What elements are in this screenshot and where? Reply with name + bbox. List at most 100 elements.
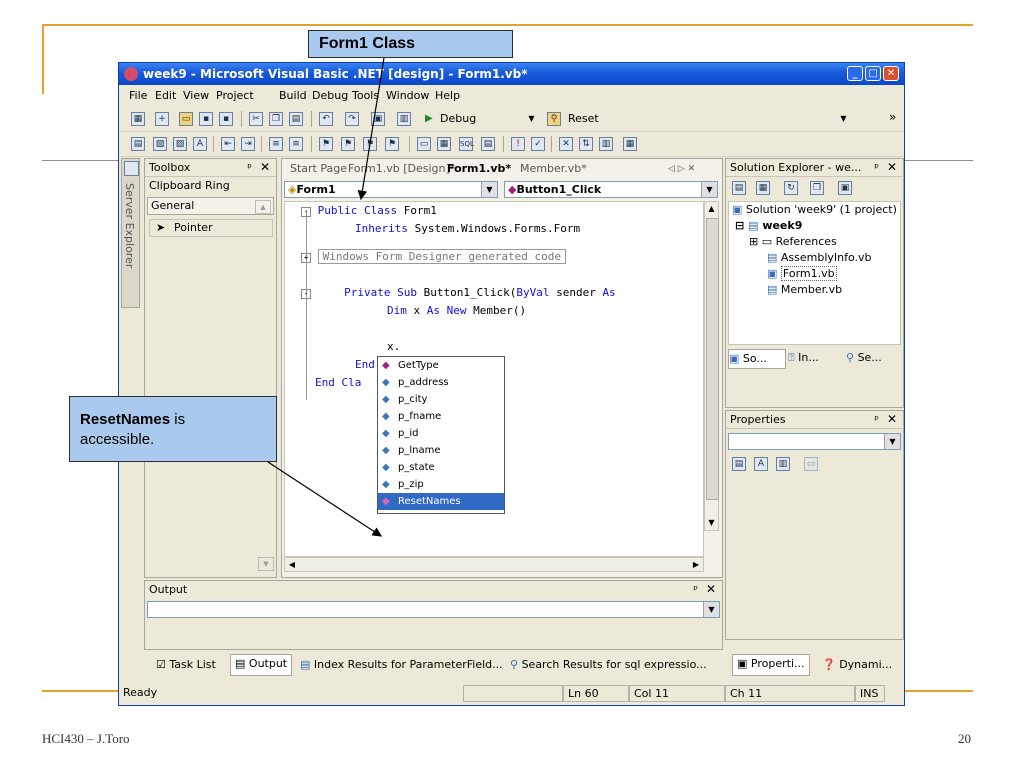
paste-icon[interactable]: ▤ [289, 112, 303, 126]
verify-sql-icon[interactable]: ✓ [531, 137, 545, 151]
pin-icon[interactable]: ᵖ [693, 581, 698, 598]
property-pages-icon[interactable]: ▭ [804, 457, 818, 471]
align-icon[interactable]: ▨ [173, 137, 187, 151]
new-project-icon[interactable]: ▦ [131, 112, 145, 126]
close-icon[interactable]: ✕ [887, 159, 897, 176]
menu-debug[interactable]: Debug [312, 86, 348, 106]
scroll-up-icon[interactable]: ▲ [255, 200, 271, 214]
expand-box[interactable]: ⊞ [749, 235, 758, 248]
results-icon[interactable]: ▤ [481, 137, 495, 151]
maximize-icon[interactable]: □ [865, 66, 881, 81]
intellisense-item[interactable]: ◆ p_address [378, 374, 504, 391]
remove-filter-icon[interactable]: ✕ [559, 137, 573, 151]
scroll-thumb[interactable] [706, 218, 719, 500]
tab-index[interactable]: ⍰ In... [788, 349, 844, 369]
tab-member[interactable]: Member.vb* [516, 160, 591, 178]
class-name-select[interactable]: ◈Form1 ▼ [284, 181, 498, 198]
menu-build[interactable]: Build [279, 86, 307, 106]
intellisense-list[interactable]: ◆ GetType ◆ p_address ◆ p_city ◆ p_fname ◆ p_… [377, 356, 505, 514]
method-name-select[interactable]: ◆Button1_Click ▼ [504, 181, 718, 198]
scroll-down-icon[interactable]: ▼ [258, 557, 274, 571]
menu-project[interactable]: Project [216, 86, 254, 106]
scroll-right-icon[interactable]: ▶ [689, 558, 703, 571]
tab-form1-design[interactable]: Form1.vb [Design]* [344, 160, 459, 178]
alphabetical-icon[interactable]: A [754, 457, 768, 471]
pin-icon[interactable]: ᵖ [247, 159, 252, 176]
menu-file[interactable]: File [129, 86, 147, 106]
chevron-down-icon[interactable]: ▼ [481, 182, 497, 197]
tab-task-list[interactable]: ☑ Task List [156, 656, 216, 674]
find-combo[interactable]: Reset ▼ [565, 111, 865, 128]
menu-edit[interactable]: Edit [155, 86, 176, 106]
properties-icon[interactable]: ▤ [732, 181, 746, 195]
output-source-select[interactable]: ▼ [147, 601, 720, 618]
title-bar[interactable]: week9 - Microsoft Visual Basic .NET [des… [119, 63, 904, 85]
chevron-down-icon[interactable]: ▼ [701, 182, 717, 197]
pin-icon[interactable]: ᵖ [874, 411, 879, 428]
scroll-down-icon[interactable]: ▼ [705, 516, 718, 530]
layout-icon[interactable]: ▤ [131, 137, 145, 151]
collapse-box[interactable]: - [301, 207, 311, 217]
tree-solution[interactable]: ▣ Solution 'week9' (1 project) [732, 202, 897, 218]
chevron-down-icon[interactable]: ▼ [836, 111, 851, 126]
collapse-box[interactable]: ⊟ [735, 219, 744, 232]
menu-view[interactable]: View [183, 86, 209, 106]
server-explorer-tab[interactable]: Server Explorer [121, 158, 140, 308]
close-icon[interactable]: ✕ [887, 411, 897, 428]
uncomment-icon[interactable]: ≡ [289, 137, 303, 151]
comment-icon[interactable]: ≡ [269, 137, 283, 151]
intellisense-item[interactable]: ◆ p_city [378, 391, 504, 408]
tab-start-page[interactable]: Start Page [286, 160, 351, 178]
run-query-icon[interactable]: ! [511, 137, 525, 151]
start-icon[interactable]: ▶ [425, 113, 433, 124]
scroll-up-icon[interactable]: ▲ [705, 202, 718, 216]
members-icon[interactable]: ▧ [153, 137, 167, 151]
intellisense-item[interactable]: ◆ p_id [378, 425, 504, 442]
undo-icon[interactable]: ↶ [319, 112, 333, 126]
sort-icon[interactable]: ⇅ [579, 137, 593, 151]
group-icon[interactable]: ▥ [599, 137, 613, 151]
font-size-icon[interactable]: A [193, 137, 207, 151]
find-icon[interactable]: ⚲ [547, 112, 561, 126]
tab-dynamic-help[interactable]: ❓ Dynami... [822, 656, 892, 674]
close-icon[interactable]: ✕ [883, 66, 899, 81]
close-icon[interactable]: ✕ [706, 581, 716, 598]
tree-references[interactable]: ⊞ ▭ References [749, 234, 837, 250]
tab-nav-controls[interactable]: ◁ ▷ ✕ [664, 160, 699, 178]
menu-window[interactable]: Window [386, 86, 429, 106]
tab-properties[interactable]: ▣ Properti... [732, 654, 810, 676]
intellisense-item[interactable]: ◆ GetType [378, 357, 504, 374]
tab-output[interactable]: ▤ Output [230, 654, 293, 676]
minimize-icon[interactable]: _ [847, 66, 863, 81]
scroll-left-icon[interactable]: ◀ [285, 558, 299, 571]
collapse-box[interactable]: - [301, 289, 311, 299]
save-all-icon[interactable]: ▪ [219, 112, 233, 126]
editor-hscrollbar[interactable]: ◀ ▶ [284, 557, 704, 572]
chevron-down-icon[interactable]: ▼ [703, 602, 719, 617]
table-icon[interactable]: ▦ [437, 137, 451, 151]
toolbox-item-pointer[interactable]: ➤ Pointer [149, 219, 273, 237]
solution-config-select[interactable]: Debug ▼ [437, 111, 539, 128]
tab-search[interactable]: ⚲ Se... [846, 349, 901, 369]
tab-solution-explorer[interactable]: ▣ So... [728, 349, 786, 369]
show-all-files-icon[interactable]: ▦ [756, 181, 770, 195]
intellisense-item[interactable]: ◆ p_state [378, 459, 504, 476]
copy-icon[interactable]: ❐ [269, 112, 283, 126]
navigate-icon[interactable]: ▣ [371, 112, 385, 126]
intellisense-item[interactable]: ◆ p_lname [378, 442, 504, 459]
close-icon[interactable]: ✕ [260, 159, 270, 176]
chevron-down-icon[interactable]: ▼ [524, 111, 539, 126]
view-designer-icon[interactable]: ▣ [838, 181, 852, 195]
clear-bookmarks-icon[interactable]: ⚑ [385, 137, 399, 151]
open-icon[interactable]: ▭ [179, 112, 193, 126]
save-icon[interactable]: ▪ [199, 112, 213, 126]
tab-index-results[interactable]: ▤ Index Results for ParameterField... [300, 656, 503, 674]
cut-icon[interactable]: ✂ [249, 112, 263, 126]
add-table-icon[interactable]: ▦ [623, 137, 637, 151]
menu-tools[interactable]: Tools [352, 86, 379, 106]
toolbar-overflow[interactable]: » [889, 110, 896, 124]
tab-search-results[interactable]: ⚲ Search Results for sql expressio... [510, 656, 707, 674]
tree-form1[interactable]: ▣ Form1.vb [767, 266, 837, 282]
code-region[interactable]: + Windows Form Designer generated code [301, 249, 567, 264]
categorized-icon[interactable]: ▤ [732, 457, 746, 471]
